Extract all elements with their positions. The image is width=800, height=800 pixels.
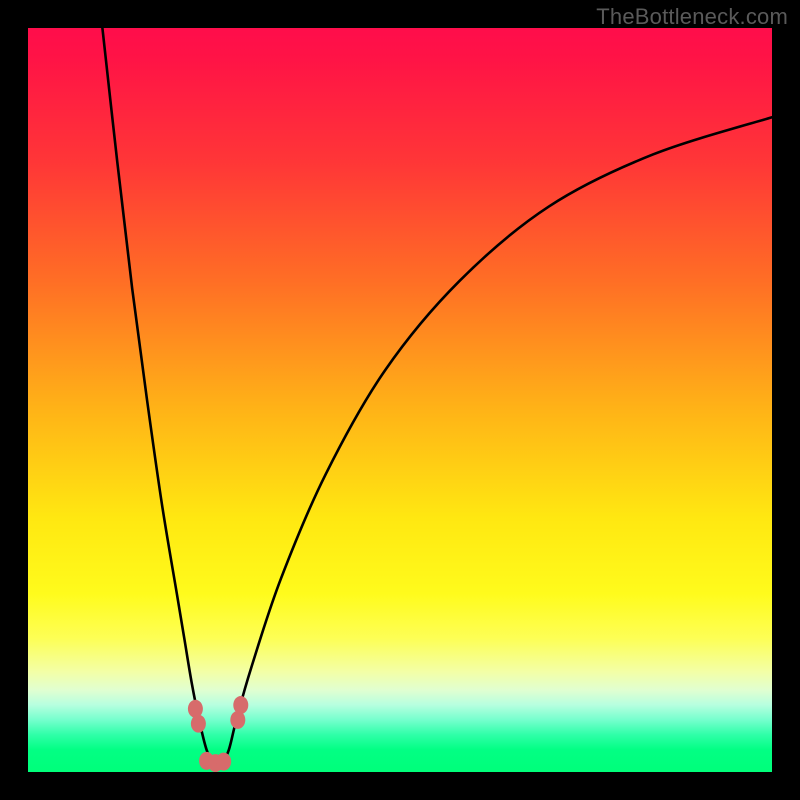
marker-cluster-right (230, 711, 245, 729)
marker-cluster-left (188, 700, 203, 718)
bottleneck-curve (102, 28, 772, 766)
curve-layer (28, 28, 772, 772)
marker-cluster-right (233, 696, 248, 714)
data-markers (188, 696, 248, 772)
plot-area (28, 28, 772, 772)
watermark-text: TheBottleneck.com (596, 4, 788, 30)
marker-cluster-bottom (216, 753, 231, 771)
marker-cluster-left (191, 715, 206, 733)
chart-outer-frame: TheBottleneck.com (0, 0, 800, 800)
